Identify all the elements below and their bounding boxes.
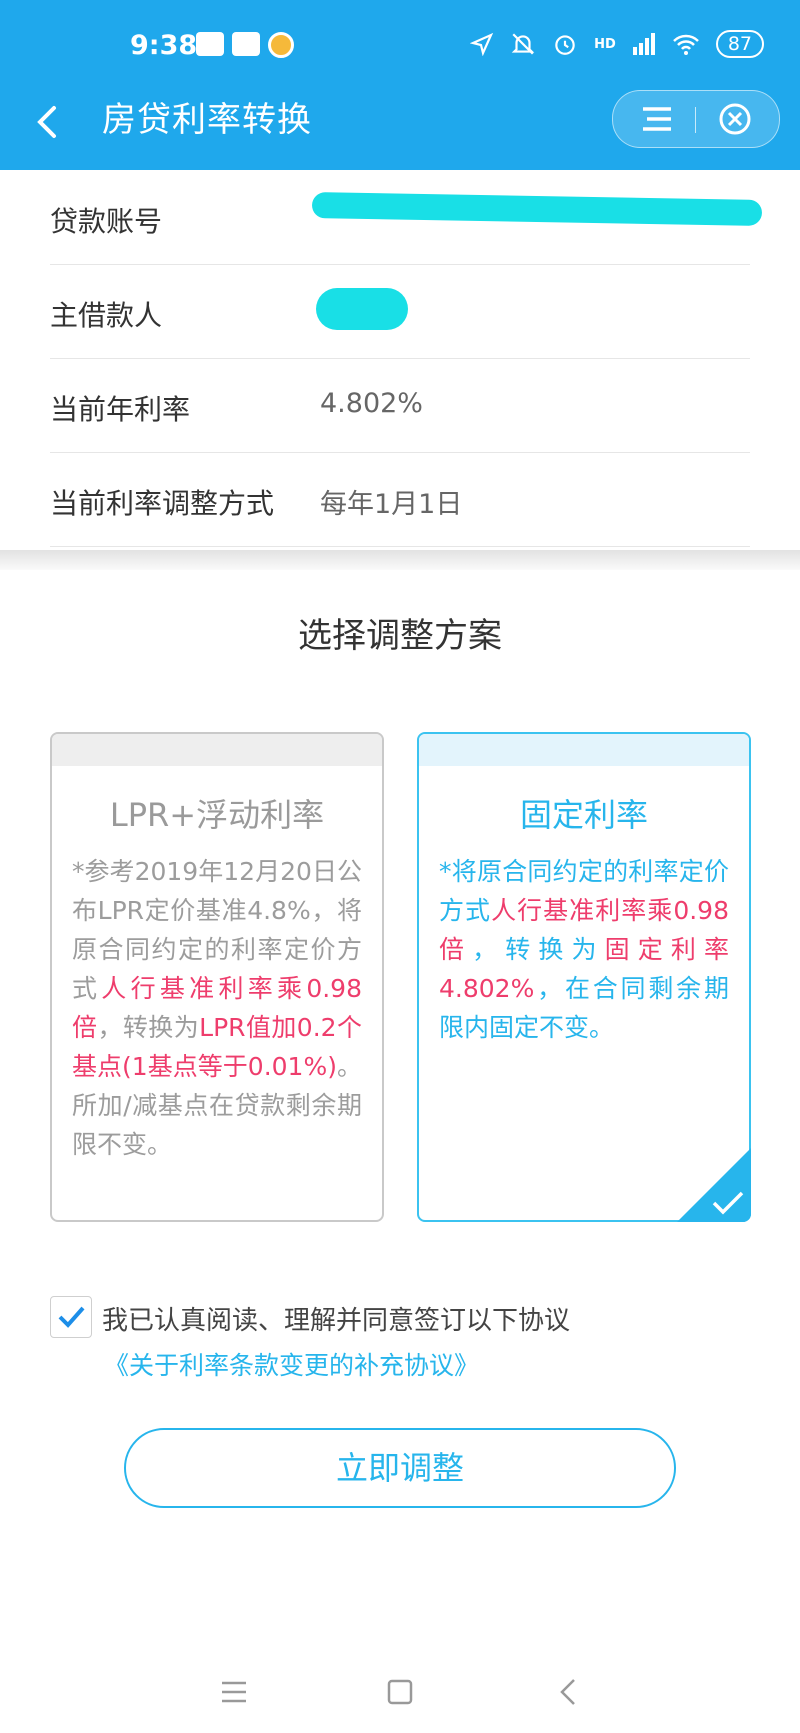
loan-account-row: 贷款账号 — [50, 170, 763, 265]
home-icon[interactable] — [382, 1674, 418, 1710]
location-icon — [470, 32, 494, 56]
plan-sheet: 选择调整方案 LPR+浮动利率 *参考2019年12月20日公布LPR定价基准4… — [0, 570, 800, 1650]
mute-bell-icon — [511, 33, 535, 55]
adjust-method-label: 当前利率调整方式 — [50, 487, 275, 520]
borrower-label: 主借款人 — [50, 299, 163, 332]
wifi-icon — [672, 34, 699, 55]
current-rate-row: 当前年利率 4.802% — [50, 358, 750, 453]
app-notification-icon — [268, 32, 294, 58]
close-circle-icon[interactable] — [717, 101, 753, 137]
back-nav-icon[interactable] — [552, 1674, 588, 1710]
status-time: 9:38 — [130, 30, 198, 61]
borrower-row: 主借款人 — [50, 264, 750, 359]
redaction-mask — [311, 192, 763, 226]
mini-program-capsule — [612, 90, 780, 148]
option-description: *参考2019年12月20日公布LPR定价基准4.8%，将原合同约定的利率定价方… — [72, 857, 362, 1159]
agreement-link[interactable]: 《关于利率条款变更的补充协议》 — [104, 1346, 479, 1382]
option-name: LPR+浮动利率 — [109, 796, 325, 834]
menu-icon[interactable] — [637, 101, 677, 137]
adjust-method-value: 每年1月1日 — [320, 489, 463, 520]
alarm-icon — [555, 35, 575, 55]
agree-checkbox[interactable] — [50, 1296, 92, 1338]
option-description: *将原合同约定的利率定价方式人行基准利率乘0.98倍，转换为固定利率4.802%… — [439, 857, 729, 1042]
battery-indicator: 87 — [715, 30, 764, 58]
redaction-mask — [316, 288, 408, 330]
capsule-divider — [695, 107, 696, 133]
nav-bar: 房贷利率转换 — [0, 90, 800, 170]
message-icon — [232, 32, 260, 56]
loan-account-label: 贷款账号 — [50, 205, 163, 238]
back-arrow-icon[interactable] — [30, 102, 70, 142]
check-icon — [58, 1306, 85, 1328]
selected-check-icon — [677, 1148, 751, 1222]
plan-title: 选择调整方案 — [298, 616, 502, 656]
sheet-shadow — [0, 550, 800, 570]
page-title: 房贷利率转换 — [102, 100, 312, 140]
status-right: HD 87 — [470, 30, 764, 58]
adjust-now-button[interactable]: 立即调整 — [124, 1428, 676, 1508]
loan-info-section: 贷款账号 主借款人 当前年利率 4.802% 当前利率调整方式 每年1月1日 — [0, 170, 800, 550]
option-name: 固定利率 — [519, 796, 648, 834]
current-rate-value: 4.802% — [320, 388, 423, 419]
agreement-section: 我已认真阅读、理解并同意签订以下协议 《关于利率条款变更的补充协议》 — [50, 1296, 750, 1396]
network-type: HD — [594, 36, 616, 52]
recent-apps-icon[interactable] — [216, 1674, 252, 1710]
notification-icons — [196, 32, 294, 58]
option-card-fixed[interactable]: 固定利率 *将原合同约定的利率定价方式人行基准利率乘0.98倍，转换为固定利率4… — [417, 732, 751, 1222]
option-card-lpr[interactable]: LPR+浮动利率 *参考2019年12月20日公布LPR定价基准4.8%，将原合… — [50, 732, 384, 1222]
system-nav-bar — [0, 1650, 800, 1733]
agreement-text: 我已认真阅读、理解并同意签订以下协议 — [102, 1306, 571, 1336]
adjust-method-row: 当前利率调整方式 每年1月1日 — [50, 452, 750, 547]
app-header: 9:38 HD 87 房贷利率转换 — [0, 0, 800, 170]
signal-icon — [632, 33, 655, 55]
card-header-band — [52, 734, 382, 766]
status-bar: 9:38 HD 87 — [0, 0, 800, 96]
card-header-band — [419, 734, 749, 766]
message-icon — [196, 32, 224, 56]
current-rate-label: 当前年利率 — [50, 393, 191, 426]
